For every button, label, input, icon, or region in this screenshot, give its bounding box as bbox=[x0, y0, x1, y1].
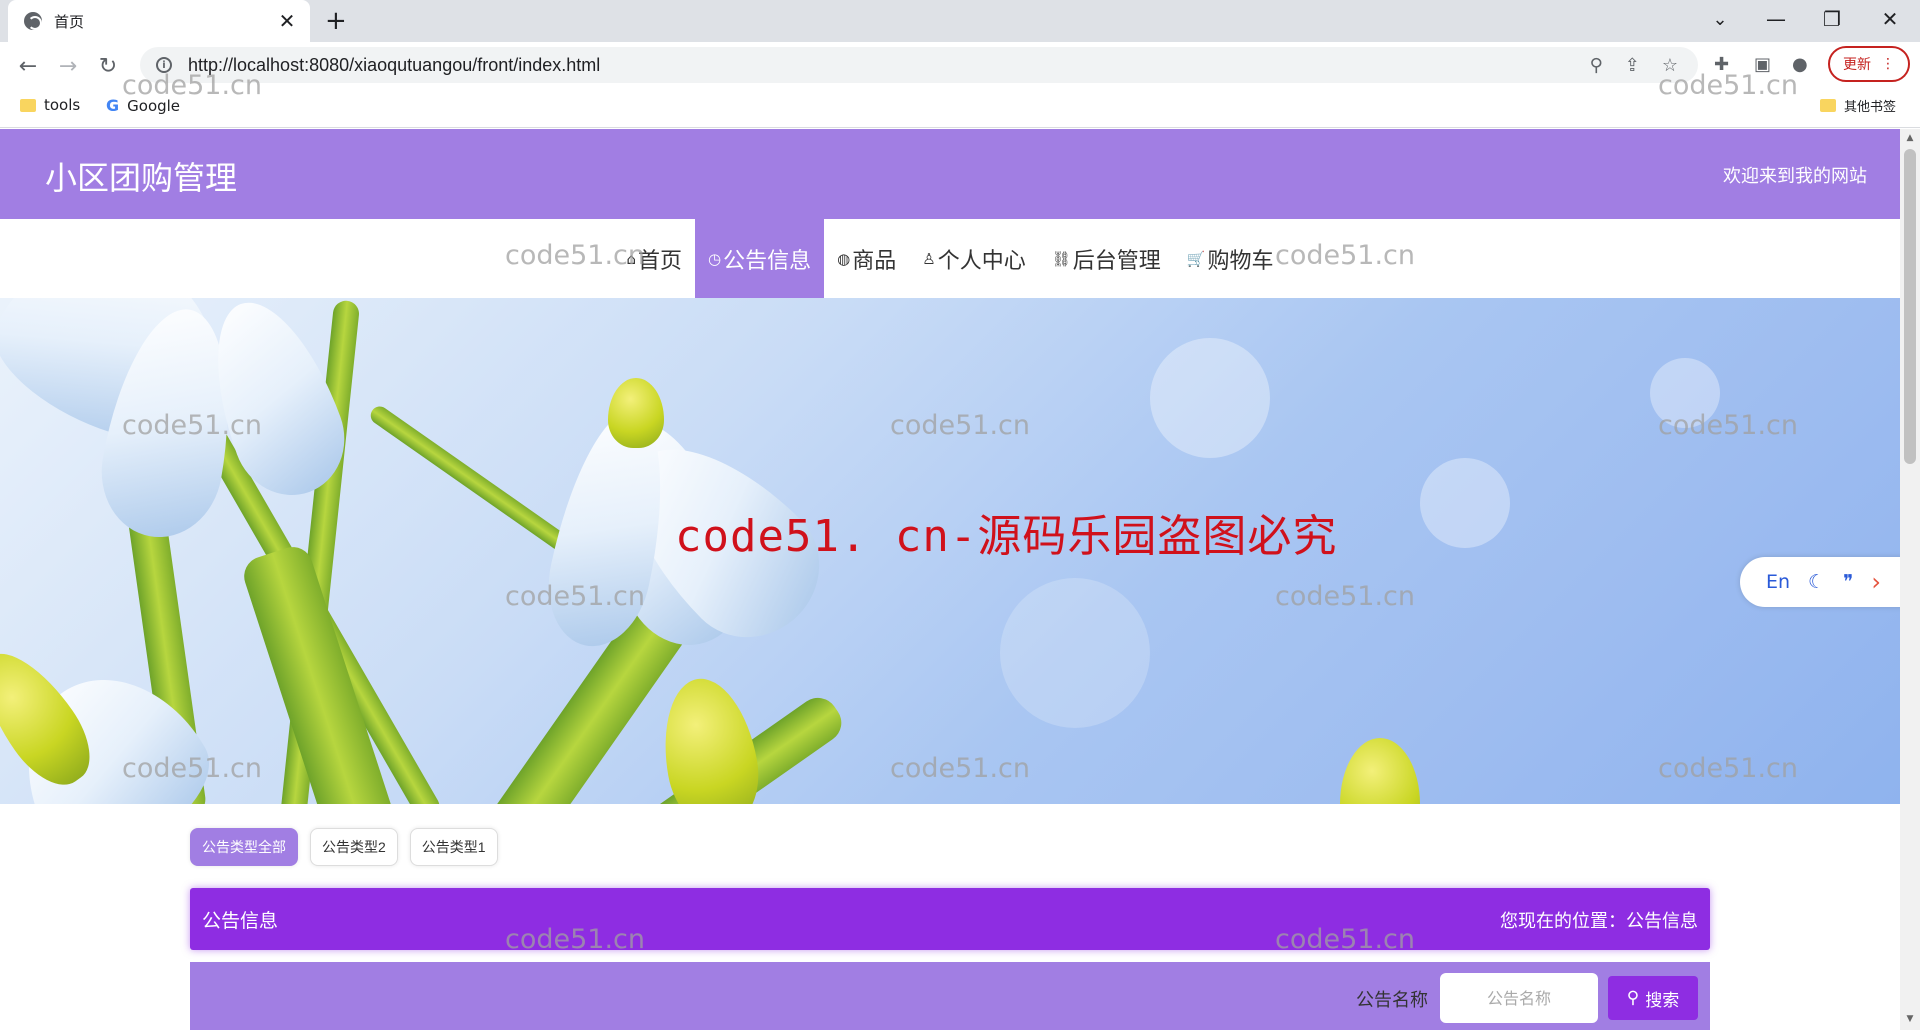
extensions-icon[interactable]: ✚ bbox=[1714, 54, 1729, 75]
section-titlebar: 公告信息 您现在的位置：公告信息 bbox=[190, 888, 1710, 950]
browser-tabstrip: 首页 ✕ + ⌄ — ❐ ✕ bbox=[0, 0, 1920, 42]
flower-leaf bbox=[239, 541, 399, 804]
site-header: 小区团购管理 欢迎来到我的网站 bbox=[0, 129, 1900, 219]
bookmark-tools[interactable]: tools bbox=[20, 96, 80, 114]
page-viewport: 小区团购管理 欢迎来到我的网站 ⌂ 首页 ◷ 公告信息 ◍ 商品 ♙ 个人中心 … bbox=[0, 129, 1920, 1030]
nav-label: 购物车 bbox=[1207, 248, 1274, 274]
reload-button[interactable]: ↻ bbox=[92, 50, 124, 82]
browser-toolbar: ← → ↻ i http://localhost:8080/xiaoqutuan… bbox=[0, 42, 1920, 88]
close-window-button[interactable]: ✕ bbox=[1862, 0, 1918, 38]
flower-bud bbox=[652, 671, 768, 804]
zoom-icon[interactable]: ⚲ bbox=[1590, 55, 1603, 76]
type-filters: 公告类型全部 公告类型2 公告类型1 bbox=[190, 828, 498, 866]
bookmark-label: Google bbox=[127, 96, 181, 115]
nav-home[interactable]: ⌂ 首页 bbox=[614, 219, 696, 298]
filter-type1[interactable]: 公告类型1 bbox=[409, 828, 498, 866]
flower-stem bbox=[367, 402, 575, 556]
search-label: 公告名称 bbox=[1356, 990, 1428, 1011]
search-button[interactable]: ⚲ 搜索 bbox=[1608, 976, 1698, 1020]
breadcrumb: 您现在的位置：公告信息 bbox=[1500, 911, 1698, 932]
minimize-button[interactable]: — bbox=[1748, 0, 1804, 38]
nav-label: 首页 bbox=[638, 248, 683, 274]
flower-bud bbox=[1340, 738, 1420, 804]
link-icon: ⛓ bbox=[1051, 249, 1071, 268]
nav-products[interactable]: ◍ 商品 bbox=[824, 219, 909, 298]
filter-type2[interactable]: 公告类型2 bbox=[310, 828, 398, 866]
other-bookmarks[interactable]: 其他书签 bbox=[1820, 96, 1896, 115]
bookmarks-bar: tools G Google 其他书签 bbox=[0, 88, 1920, 128]
forward-button[interactable]: → bbox=[52, 50, 84, 82]
main-nav: ⌂ 首页 ◷ 公告信息 ◍ 商品 ♙ 个人中心 ⛓ 后台管理 🛒 购物车 bbox=[0, 219, 1900, 298]
scroll-thumb[interactable] bbox=[1904, 149, 1916, 464]
update-button[interactable]: 更新 ⋮ bbox=[1828, 46, 1910, 82]
bokeh-light bbox=[1150, 338, 1270, 458]
chevron-right-icon[interactable]: › bbox=[1871, 568, 1881, 596]
star-icon[interactable]: ☆ bbox=[1662, 55, 1678, 76]
nav-user-center[interactable]: ♙ 个人中心 bbox=[909, 219, 1038, 298]
welcome-text: 欢迎来到我的网站 bbox=[1723, 166, 1867, 187]
user-icon: ♙ bbox=[922, 249, 936, 268]
globe-icon: ◍ bbox=[837, 249, 851, 268]
quote-icon[interactable]: ❞ bbox=[1843, 571, 1853, 593]
nav-label: 个人中心 bbox=[937, 248, 1026, 274]
maximize-button[interactable]: ❐ bbox=[1804, 0, 1860, 38]
url-text[interactable]: http://localhost:8080/xiaoqutuangou/fron… bbox=[188, 55, 600, 76]
bookmark-google[interactable]: G Google bbox=[106, 96, 180, 115]
search-input[interactable] bbox=[1440, 973, 1598, 1023]
tab-search-chevron-icon[interactable]: ⌄ bbox=[1692, 0, 1748, 38]
page-scrollbar[interactable]: ▲ ▼ bbox=[1900, 129, 1920, 1030]
scroll-up-arrow-icon[interactable]: ▲ bbox=[1900, 133, 1920, 143]
nav-label: 后台管理 bbox=[1072, 248, 1161, 274]
search-bar: 公告名称 ⚲ 搜索 bbox=[190, 962, 1710, 1030]
filter-all[interactable]: 公告类型全部 bbox=[190, 828, 298, 866]
new-tab-button[interactable]: + bbox=[325, 6, 347, 36]
nav-cart[interactable]: 🛒 购物车 bbox=[1174, 219, 1287, 298]
search-button-label: 搜索 bbox=[1645, 990, 1680, 1011]
profile-icon[interactable]: ● bbox=[1792, 54, 1808, 75]
bokeh-light bbox=[1420, 458, 1510, 548]
nav-admin[interactable]: ⛓ 后台管理 bbox=[1039, 219, 1174, 298]
flower-bud bbox=[608, 378, 664, 448]
home-icon: ⌂ bbox=[626, 249, 637, 268]
search-icon: ⚲ bbox=[1626, 988, 1640, 1008]
folder-icon bbox=[1820, 99, 1836, 112]
sidepanel-icon[interactable]: ▣ bbox=[1754, 54, 1771, 75]
nav-label: 商品 bbox=[852, 248, 897, 274]
update-label: 更新 bbox=[1843, 57, 1871, 73]
nav-announcements[interactable]: ◷ 公告信息 bbox=[695, 219, 825, 298]
hero-banner bbox=[0, 298, 1900, 804]
language-toggle[interactable]: En bbox=[1766, 571, 1790, 593]
folder-icon bbox=[20, 98, 36, 112]
moon-icon[interactable]: ☾ bbox=[1808, 571, 1825, 593]
globe-icon bbox=[24, 12, 42, 30]
site-info-icon[interactable]: i bbox=[156, 57, 172, 73]
bokeh-light bbox=[1000, 578, 1150, 728]
side-toolbox: En ☾ ❞ › bbox=[1740, 557, 1920, 607]
nav-label: 公告信息 bbox=[723, 248, 812, 274]
site-title: 小区团购管理 bbox=[45, 159, 238, 197]
tab-title: 首页 bbox=[54, 12, 85, 31]
bookmark-label: tools bbox=[44, 96, 81, 114]
cart-icon: 🛒 bbox=[1186, 249, 1206, 268]
other-bookmarks-label: 其他书签 bbox=[1844, 100, 1897, 115]
google-icon: G bbox=[106, 96, 120, 115]
bokeh-light bbox=[1650, 358, 1720, 428]
share-icon[interactable]: ⇪ bbox=[1625, 55, 1640, 76]
scroll-down-arrow-icon[interactable]: ▼ bbox=[1900, 1014, 1920, 1024]
address-bar[interactable]: i http://localhost:8080/xiaoqutuangou/fr… bbox=[140, 47, 1698, 83]
back-button[interactable]: ← bbox=[12, 50, 44, 82]
more-menu-icon: ⋮ bbox=[1881, 56, 1895, 72]
browser-tab[interactable]: 首页 ✕ bbox=[8, 0, 310, 42]
clock-icon: ◷ bbox=[708, 249, 722, 268]
section-title: 公告信息 bbox=[202, 910, 279, 932]
tab-close-button[interactable]: ✕ bbox=[276, 9, 298, 33]
